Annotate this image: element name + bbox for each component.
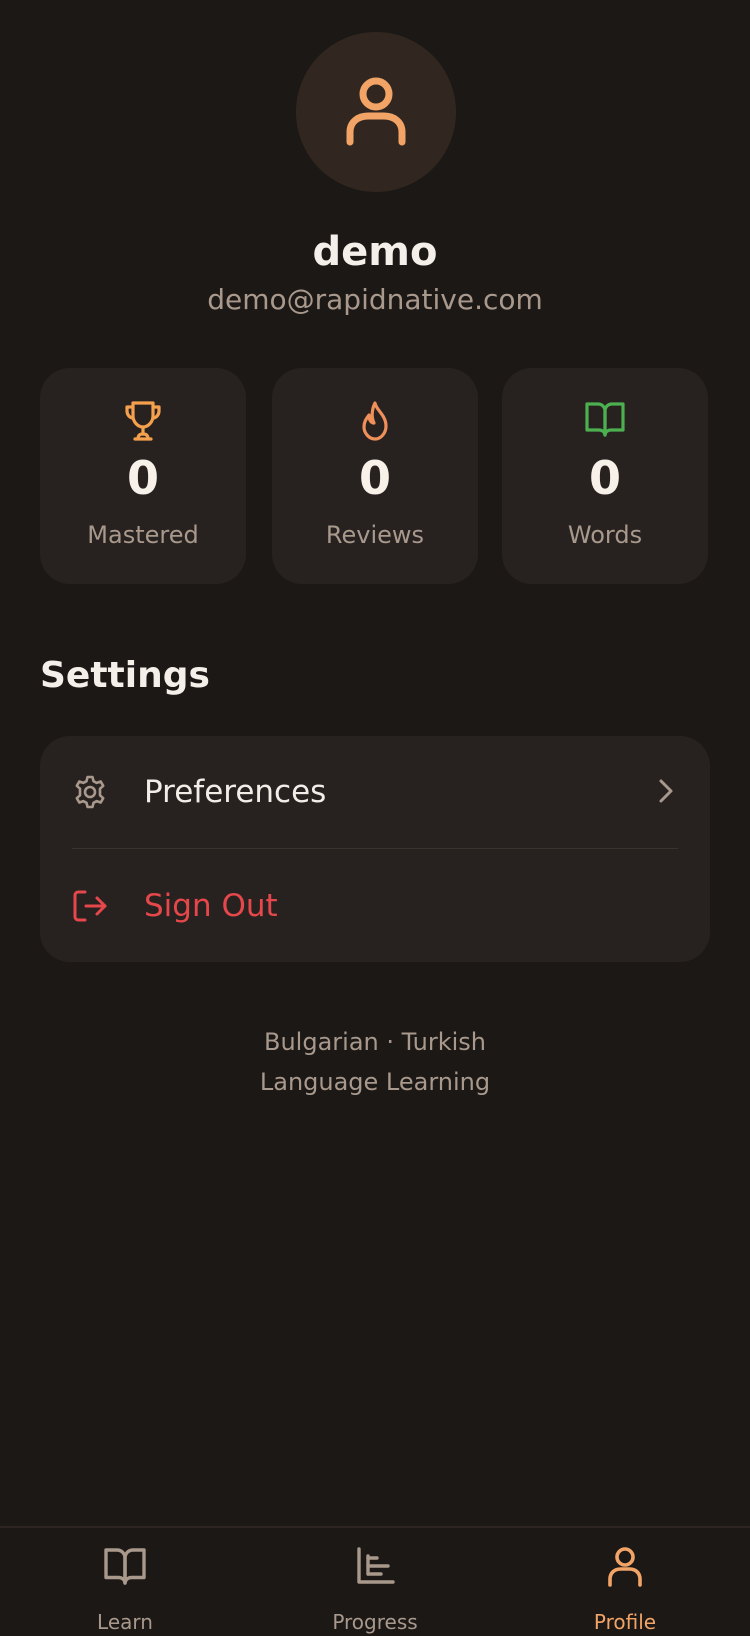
- gear-icon: [75, 775, 105, 809]
- tab-label: Profile: [593, 1610, 657, 1634]
- tab-learn[interactable]: Learn: [0, 1528, 250, 1634]
- tab-progress[interactable]: Progress: [250, 1528, 500, 1634]
- stat-label: Reviews: [325, 521, 425, 549]
- book-open-icon: [104, 1548, 146, 1585]
- tab-bar: Learn Progress Profile: [0, 1526, 750, 1634]
- avatar[interactable]: [296, 32, 456, 192]
- stat-value: 0: [588, 451, 621, 505]
- flame-icon: [362, 401, 388, 441]
- profile-name: demo: [312, 229, 438, 275]
- preferences-row[interactable]: Preferences: [40, 736, 710, 848]
- preferences-label: Preferences: [144, 774, 327, 810]
- stat-label: Mastered: [87, 521, 199, 549]
- stat-card-reviews: 0 Reviews: [272, 368, 478, 584]
- settings-heading: Settings: [40, 655, 210, 696]
- stat-label: Words: [567, 521, 643, 549]
- tab-label: Learn: [97, 1610, 153, 1634]
- book-open-icon: [585, 402, 625, 437]
- tab-profile[interactable]: Profile: [500, 1528, 750, 1634]
- sign-out-row[interactable]: Sign Out: [40, 850, 710, 962]
- user-icon: [346, 77, 406, 146]
- footer-languages: Bulgarian · Turkish: [264, 1028, 486, 1056]
- stat-value: 0: [126, 451, 159, 505]
- stat-value: 0: [358, 451, 391, 505]
- tab-label: Progress: [332, 1610, 418, 1634]
- stat-card-mastered: 0 Mastered: [40, 368, 246, 584]
- chevron-right-icon: [659, 779, 673, 803]
- sign-out-label: Sign Out: [144, 888, 278, 924]
- profile-email: demo@rapidnative.com: [207, 283, 543, 316]
- settings-card: Preferences Sign Out: [40, 736, 710, 962]
- footer-tagline: Language Learning: [259, 1068, 491, 1096]
- stat-card-words: 0 Words: [502, 368, 708, 584]
- trophy-icon: [125, 401, 161, 441]
- divider: [72, 848, 678, 849]
- bar-chart-icon: [357, 1547, 395, 1584]
- user-icon: [608, 1547, 642, 1587]
- log-out-icon: [73, 890, 107, 922]
